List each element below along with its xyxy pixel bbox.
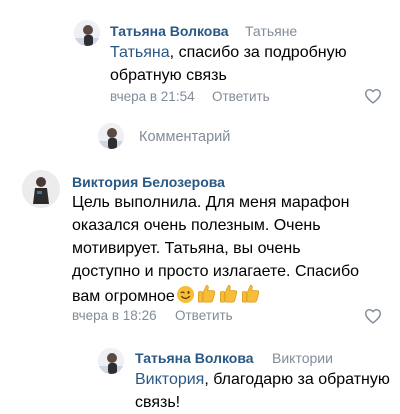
avatar[interactable] <box>22 170 60 208</box>
comment-time: вчера в 21:54 <box>110 89 195 104</box>
comment-text: Татьяна, спасибо за подробную обратную с… <box>110 41 347 87</box>
comment-text-line: , спасибо за подробную <box>169 44 347 61</box>
comment-text-line: оказался очень полезным. Очень <box>72 217 321 234</box>
comment-text-line: связь! <box>135 394 181 411</box>
comment-author[interactable]: Татьяна Волкова <box>110 23 229 39</box>
avatar[interactable] <box>74 20 100 46</box>
comment-text-line: Цель выполнила. Для меня марафон <box>72 194 350 211</box>
comment-author[interactable]: Виктория Белозерова <box>72 174 225 190</box>
comment-text: Цель выполнила. Для меня марафон оказалс… <box>72 191 359 311</box>
reply-to-name[interactable]: Виктории <box>272 350 333 366</box>
heart-outline-icon[interactable] <box>364 308 382 324</box>
avatar[interactable] <box>98 348 124 374</box>
comment-text: Виктория, благодарю за обратную связь! <box>135 368 390 414</box>
comment-text-line: мотивирует. Татьяна, вы очень <box>72 240 301 257</box>
comment-text-line: , благодарю за обратную <box>204 371 390 388</box>
mention-link[interactable]: Татьяна <box>110 44 170 61</box>
reply-to-name[interactable]: Татьяне <box>245 23 297 39</box>
my-avatar <box>98 123 124 149</box>
comment-author[interactable]: Татьяна Волкова <box>135 350 254 366</box>
thumbs-up-icon <box>218 283 239 311</box>
thumbs-up-icon <box>240 283 261 311</box>
comment-time: вчера в 18:26 <box>72 308 157 323</box>
comment-text-line: вам огромное <box>72 288 175 305</box>
thumbs-up-icon <box>196 283 217 311</box>
reply-button[interactable]: Ответить <box>175 308 233 323</box>
comment-input[interactable]: Комментарий <box>139 129 230 145</box>
comment-text-line: доступно и просто излагаете. Спасибо <box>72 263 360 280</box>
reply-button[interactable]: Ответить <box>212 89 270 104</box>
heart-outline-icon[interactable] <box>364 88 382 104</box>
comment-text-line: обратную связь <box>110 67 227 84</box>
mention-link[interactable]: Виктория <box>135 371 204 388</box>
